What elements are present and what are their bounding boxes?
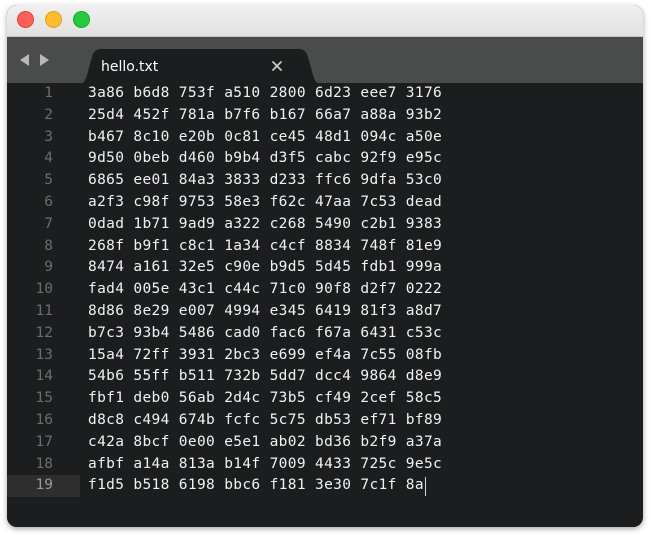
code-line[interactable]: 2 25d4 452f 781a b7f6 b167 66a7 a88a 93b2 [7, 105, 643, 127]
tab-bar: hello.txt [7, 37, 643, 85]
line-text: b7c3 93b4 5486 cad0 fac6 f67a 6431 c53c [88, 324, 443, 341]
line-number: 8 [44, 237, 53, 254]
line-number: 15 [35, 390, 53, 407]
code-line[interactable]: 3 b467 8c10 e20b 0c81 ce45 48d1 094c a50e [7, 127, 643, 149]
line-text: 15a4 72ff 3931 2bc3 e699 ef4a 7c55 08fb [88, 346, 443, 363]
line-text: 25d4 452f 781a b7f6 b167 66a7 a88a 93b2 [88, 106, 443, 123]
text-cursor [425, 477, 426, 497]
line-text: a2f3 c98f 9753 58e3 f62c 47aa 7c53 dead [88, 194, 443, 210]
code-line[interactable]: 1 3a86 b6d8 753f a510 2800 6d23 eee7 3176 [7, 83, 643, 105]
code-line[interactable]: 17 c42a 8bcf 0e00 e5e1 ab02 bd36 b2f9 a37… [7, 432, 643, 454]
line-number: 14 [35, 368, 53, 385]
code-line[interactable]: 14 54b6 55ff b511 732b 5dd7 dcc4 9864 d8e… [7, 366, 643, 388]
code-line[interactable]: 11 8d86 8e29 e007 4994 e345 6419 81f3 a8d… [7, 301, 643, 323]
code-line[interactable]: 15 fbf1 deb0 56ab 2d4c 73b5 cf49 2cef 58c… [7, 388, 643, 410]
line-text: 268f b9f1 c8c1 1a34 c4cf 8834 748f 81e9 [88, 237, 443, 254]
line-text: afbf a14a 813a b14f 7009 4433 725c 9e5c [88, 455, 443, 472]
code-line[interactable]: 18 afbf a14a 813a b14f 7009 4433 725c 9e5… [7, 454, 643, 476]
line-number: 19 [35, 477, 53, 494]
line-number: 17 [35, 433, 53, 450]
line-text: f1d5 b518 6198 bbc6 f181 3e30 7c1f 8a [88, 477, 424, 494]
line-number: 11 [35, 303, 53, 319]
chevron-right-icon[interactable] [40, 54, 49, 66]
line-number: 2 [44, 106, 53, 123]
code-line[interactable]: 16 d8c8 c494 674b fcfc 5c75 db53 ef71 bf8… [7, 410, 643, 432]
code-line[interactable]: 10 fad4 005e 43c1 c44c 71c0 90f8 d2f7 022… [7, 279, 643, 301]
line-text: d8c8 c494 674b fcfc 5c75 db53 ef71 bf89 [88, 412, 443, 428]
code-line[interactable]: 19 f1d5 b518 6198 bbc6 f181 3e30 7c1f 8a [7, 475, 643, 498]
code-line[interactable]: 12 b7c3 93b4 5486 cad0 fac6 f67a 6431 c53… [7, 323, 643, 345]
line-text: 9d50 0beb d460 b9b4 d3f5 cabc 92f9 e95c [88, 150, 443, 167]
line-number: 16 [35, 412, 53, 428]
line-text: 8d86 8e29 e007 4994 e345 6419 81f3 a8d7 [88, 303, 443, 319]
close-icon[interactable] [270, 59, 284, 73]
line-text: fbf1 deb0 56ab 2d4c 73b5 cf49 2cef 58c5 [88, 390, 443, 407]
line-text: 8474 a161 32e5 c90e b9d5 5d45 fdb1 999a [88, 259, 443, 276]
code-line[interactable]: 6 a2f3 c98f 9753 58e3 f62c 47aa 7c53 dead [7, 192, 643, 214]
line-text: 0dad 1b71 9ad9 a322 c268 5490 c2b1 9383 [88, 215, 443, 232]
chevron-left-icon[interactable] [20, 54, 29, 66]
line-number: 7 [44, 215, 53, 232]
line-number: 10 [35, 281, 53, 298]
code-line[interactable]: 13 15a4 72ff 3931 2bc3 e699 ef4a 7c55 08f… [7, 345, 643, 367]
editor-window: hello.txt 1 3a86 b6d8 753f a510 2800 6d23… [7, 5, 643, 527]
line-number: 9 [44, 259, 53, 276]
line-number: 3 [44, 128, 53, 145]
line-text: b467 8c10 e20b 0c81 ce45 48d1 094c a50e [88, 128, 443, 145]
line-number: 13 [35, 346, 53, 363]
close-window-button[interactable] [17, 11, 34, 28]
code-line[interactable]: 4 9d50 0beb d460 b9b4 d3f5 cabc 92f9 e95c [7, 148, 643, 170]
line-number: 6 [44, 194, 53, 210]
code-line[interactable]: 9 8474 a161 32e5 c90e b9d5 5d45 fdb1 999a [7, 257, 643, 279]
title-bar [7, 5, 643, 37]
line-number: 5 [44, 172, 53, 189]
line-number: 18 [35, 455, 53, 472]
minimize-window-button[interactable] [45, 11, 62, 28]
maximize-window-button[interactable] [73, 11, 90, 28]
line-number: 12 [35, 324, 53, 341]
text-editor[interactable]: 1 3a86 b6d8 753f a510 2800 6d23 eee7 3176… [7, 83, 643, 527]
line-text: 3a86 b6d8 753f a510 2800 6d23 eee7 3176 [88, 85, 443, 101]
code-line[interactable]: 5 6865 ee01 84a3 3833 d233 ffc6 9dfa 53c0 [7, 170, 643, 192]
tab-hello-txt[interactable]: hello.txt [75, 49, 325, 85]
line-number: 1 [44, 85, 53, 101]
line-text: fad4 005e 43c1 c44c 71c0 90f8 d2f7 0222 [88, 281, 443, 298]
code-line[interactable]: 8 268f b9f1 c8c1 1a34 c4cf 8834 748f 81e9 [7, 236, 643, 258]
line-number: 4 [44, 150, 53, 167]
line-text: c42a 8bcf 0e00 e5e1 ab02 bd36 b2f9 a37a [88, 433, 443, 450]
code-line[interactable]: 7 0dad 1b71 9ad9 a322 c268 5490 c2b1 9383 [7, 214, 643, 236]
tab-label: hello.txt [101, 59, 159, 75]
line-text: 54b6 55ff b511 732b 5dd7 dcc4 9864 d8e9 [88, 368, 443, 385]
line-text: 6865 ee01 84a3 3833 d233 ffc6 9dfa 53c0 [88, 172, 443, 189]
